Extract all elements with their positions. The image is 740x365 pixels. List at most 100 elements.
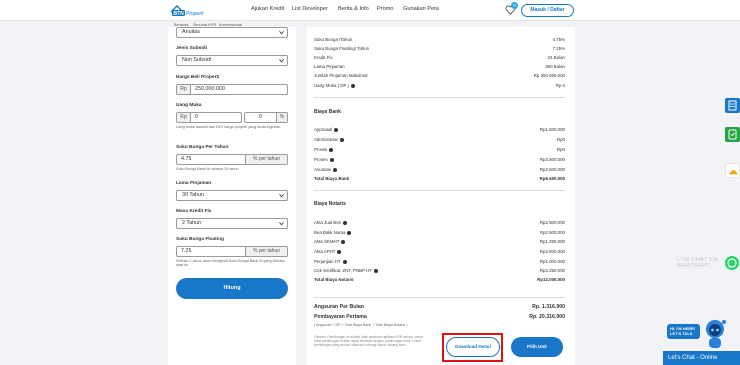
row-value: 4.75% [552,37,565,42]
row-label: Asuransi [314,167,332,172]
nav-ajukan-kredit[interactable]: Ajukan Kredit [251,6,284,12]
hitung-button[interactable]: Hitung [176,278,288,299]
uang-muka-note: Uang muka diambil dari 15% harga propert… [176,125,281,129]
row-value: Rp2.500.000 [539,230,565,235]
info-icon[interactable] [341,239,346,244]
robot-chat-bubble[interactable]: HI, I'M HERE! LET'S TALK [667,324,700,339]
row-value: Rp12.000.000 [537,277,565,282]
row-label: Jumlah Pinjaman Maksimal [314,73,368,78]
info-icon[interactable] [337,249,342,254]
uang-muka-input[interactable]: Rp 0 [176,112,242,123]
chevron-down-icon [279,30,284,35]
metode-perhitungan-select[interactable]: Anuitas [176,27,288,38]
pilih-unit-button[interactable]: Pilih Unit [511,337,563,357]
info-icon[interactable] [339,137,344,142]
top-navbar: BTN Properti Ajukan Kredit List Develope… [0,0,740,21]
lets-chat-online-bar[interactable]: Let's Chat - Online [663,351,740,365]
row-value: Rp 250.000.000 [533,73,565,78]
whatsapp-icon[interactable] [725,256,739,270]
robot-assistant-icon[interactable] [700,318,728,350]
row-value: Rp 0 [555,83,565,88]
angsuran-label: Angsuran Per Bulan [314,304,364,310]
lama-pinjaman-select[interactable]: 30 Tahun [176,190,288,201]
nav-promo[interactable]: Promo [377,6,393,12]
suku-bunga-floating-label: Suku Bunga Floating [176,237,224,242]
divider [314,297,565,298]
suku-bunga-floating-value: 7.25 [181,248,192,254]
result-row: Akta APHT Rp2.500.000 [314,248,565,256]
result-row: Akta SKMHT Rp1.250.000 [314,238,565,246]
result-row: Bea Balik Nama Rp2.500.000 [314,229,565,237]
result-row: Suku Bunga /Tahun 4.75% [314,36,565,44]
row-value: Rp2.250.000 [539,268,565,273]
per-tahun-suffix: % per tahun [245,247,287,256]
chevron-down-icon [279,193,284,198]
row-value: Rp1.500.000 [539,127,565,132]
row-label: Suku Bunga Floating/ Tahun [314,46,370,51]
rupiah-prefix: Rp [177,113,191,122]
row-label: Appraisal [314,127,333,132]
row-value: 360 Bulan [545,64,565,69]
nav-gunakan-peta[interactable]: Gunakan Peta [403,6,439,12]
row-value: Rp2.500.000 [539,157,565,162]
row-label: Administrasi [314,137,338,142]
row-value: Rp2.500.000 [539,167,565,172]
suku-bunga-input[interactable]: 4.75 % per tahun [176,154,288,165]
info-icon[interactable] [342,259,347,264]
info-icon[interactable] [342,220,347,225]
nav-berita-info[interactable]: Berita & Info [338,6,369,12]
pembayaran-pertama: Pembayaran Pertama Rp. 20.316.900 [314,314,565,320]
biaya-notaris-title: Biaya Notaris [314,201,346,207]
result-row: Proses Rp2.500.000 [314,156,565,164]
result-row: Uang Muka ( DP ) Rp 0 [314,82,565,90]
login-register-button[interactable]: Masuk / Daftar [521,4,574,17]
result-row: Lama Pinjaman 360 Bulan [314,63,565,71]
biaya-notaris-total-row: Total Biaya Notaris Rp12.000.000 [314,276,565,284]
row-label: Kredit Fix [314,55,333,60]
uang-muka-percent-input[interactable]: 0 % [244,112,288,123]
info-icon[interactable] [373,268,378,273]
info-icon[interactable] [329,147,334,152]
kpr-form-panel: Anuitas Jenis Subsidi Non Subsidi Harga … [168,27,296,365]
divider [314,97,565,98]
row-value: Rp6.500.000 [539,176,565,181]
row-value: 24 Bulan [547,55,565,60]
info-icon[interactable] [329,157,334,162]
info-icon[interactable] [334,127,339,132]
suku-bunga-floating-input[interactable]: 7.25 % per tahun [176,246,288,257]
promo-icon[interactable] [725,163,740,178]
rupiah-prefix: Rp [177,85,191,94]
row-label: Bea Balik Nama [314,230,346,235]
info-icon[interactable] [347,230,352,235]
jenis-subsidi-select[interactable]: Non Subsidi [176,55,288,66]
suku-bunga-label: Suku Bunga Per Tahun [176,145,229,150]
row-value: 7.25% [552,46,565,51]
pembayaran-label: Pembayaran Pertama [314,314,367,320]
result-row: Appraisal Rp1.500.000 [314,126,565,134]
select-value: Non Subsidi [182,57,212,63]
info-icon[interactable] [333,167,338,172]
disclaimer-note: Catatan: Perhitungan ini adalah hasil pe… [314,335,424,348]
row-label: Lama Pinjaman [314,64,345,69]
biaya-bank-title: Biaya Bank [314,109,341,115]
document-icon[interactable] [725,127,740,142]
per-tahun-suffix: % per tahun [245,155,287,164]
result-row: Asuransi Rp2.500.000 [314,166,565,174]
result-row: Cek Sertifikat, ZNT, PNBP HT Rp2.250.000 [314,267,565,275]
row-label: Uang Muka ( DP ) [314,83,350,88]
result-row: Akta Jual Beli Rp2.500.000 [314,219,565,227]
calculator-icon[interactable] [725,98,740,113]
select-value: 30 Tahun [182,192,205,198]
btn-properti-logo[interactable]: BTN Properti [169,3,213,18]
harga-beli-label: Harga Beli Properti [176,75,220,80]
row-label: Suku Bunga /Tahun [314,37,353,42]
harga-beli-input[interactable]: Rp 250.000.000 [176,84,288,95]
masa-kredit-fix-select[interactable]: 2 Tahun [176,218,288,229]
row-label: Proses [314,157,328,162]
nav-list-developer[interactable]: List Developer [292,6,328,12]
percent-suffix: % [276,113,287,122]
row-value: Rp1.250.000 [539,239,565,244]
masa-kredit-fix-label: Masa Kredit Fix [176,209,212,214]
info-icon[interactable] [351,83,356,88]
suku-bunga-floating-note: Setelah 1 tahun akan mengikuti Suku Bung… [176,259,286,268]
